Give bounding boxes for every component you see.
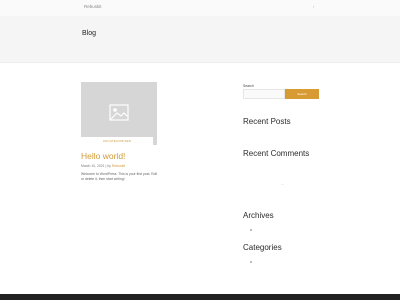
post-meta: March 10, 2021 | by Rebuskit [81,164,125,168]
top-bar: Rebuskit › [0,0,400,17]
search-button[interactable]: Search [285,89,319,99]
search-input[interactable] [243,89,285,99]
post-date[interactable]: March 10, 2021 [81,164,105,168]
categories-title: Categories [243,243,282,252]
search-label: Search [243,84,254,88]
category-list-bullet [250,261,252,263]
archives-title: Archives [243,211,274,220]
archive-list-bullet [250,229,252,231]
image-placeholder-icon [109,104,129,121]
footer-bar [0,294,400,300]
post-title[interactable]: Hello world! [81,151,125,161]
menu-toggle-icon[interactable]: › [313,4,314,9]
recent-posts-title: Recent Posts [243,117,291,126]
site-name[interactable]: Rebuskit [84,4,102,9]
page-header: Blog [0,16,400,63]
page-title: Blog [82,30,97,37]
post-author[interactable]: Rebuskit [112,164,125,168]
post-excerpt: Welcome to WordPress. This is your first… [81,172,158,182]
recent-comments-title: Recent Comments [243,149,310,158]
comment-item[interactable]: ... [281,182,284,186]
by-label: by [107,164,111,168]
category-label: UNCATEGORIZED [102,139,132,143]
category-badge[interactable]: UNCATEGORIZED [81,137,153,146]
post-thumbnail[interactable]: UNCATEGORIZED [81,82,157,146]
